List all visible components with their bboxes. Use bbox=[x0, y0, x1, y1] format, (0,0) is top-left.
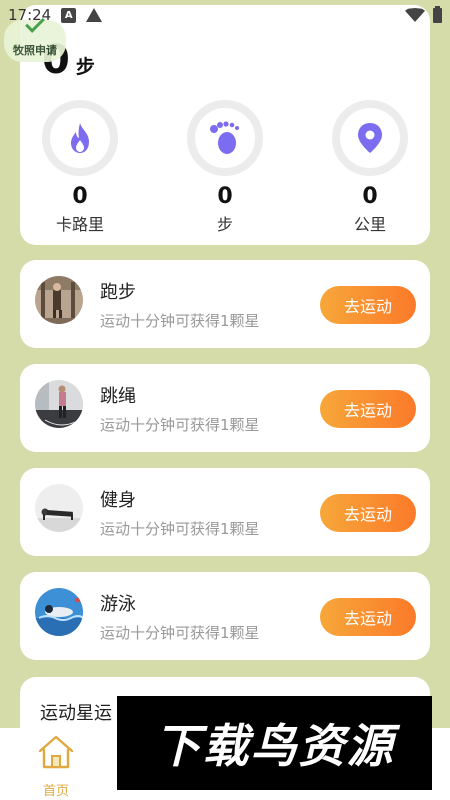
go-exercise-button[interactable]: 去运动 bbox=[320, 286, 416, 324]
distance-value: 0 bbox=[362, 184, 378, 209]
flame-icon bbox=[71, 123, 89, 153]
wifi-icon bbox=[405, 8, 425, 22]
activity-title: 跳绳 bbox=[100, 386, 136, 407]
stats-card: 0 步 0 卡路里 bbox=[20, 5, 430, 245]
watermark-text: 下载鸟资源 bbox=[154, 719, 395, 773]
fitness-thumbnail bbox=[35, 484, 83, 532]
watermark-banner: 下载鸟资源 bbox=[117, 696, 432, 790]
steps-unit: 步 bbox=[75, 56, 95, 78]
running-thumbnail bbox=[35, 276, 83, 324]
metric-calories: 0 卡路里 bbox=[35, 100, 125, 235]
home-icon bbox=[38, 735, 74, 769]
activity-desc: 运动十分钟可获得1颗星 bbox=[100, 520, 260, 538]
metric-ring bbox=[42, 100, 118, 176]
activity-desc: 运动十分钟可获得1颗星 bbox=[100, 624, 260, 642]
steps-metric-value: 0 bbox=[217, 184, 233, 209]
metric-steps: 0 步 bbox=[180, 100, 270, 235]
warning-icon bbox=[86, 8, 103, 22]
badge-label: 牧照申请 bbox=[13, 44, 57, 57]
activity-card-running[interactable]: 跑步 运动十分钟可获得1颗星 去运动 bbox=[20, 260, 430, 348]
go-exercise-button[interactable]: 去运动 bbox=[320, 390, 416, 428]
location-pin-icon bbox=[358, 123, 382, 153]
a-notification-icon: A bbox=[61, 7, 77, 23]
activity-title: 健身 bbox=[100, 490, 136, 511]
battery-icon bbox=[433, 5, 442, 23]
distance-label: 公里 bbox=[353, 215, 386, 234]
app-screen: 17:24 A 牧照申请 0 步 0 卡路里 bbox=[0, 0, 450, 800]
status-bar-right bbox=[405, 5, 442, 23]
license-badge: 牧照申请 bbox=[4, 13, 66, 62]
activity-title: 游泳 bbox=[100, 594, 136, 615]
go-exercise-button[interactable]: 去运动 bbox=[320, 494, 416, 532]
calories-label: 卡路里 bbox=[55, 215, 104, 234]
status-bar: 17:24 A bbox=[0, 0, 450, 30]
activity-card-jump-rope[interactable]: 跳绳 运动十分钟可获得1颗星 去运动 bbox=[20, 364, 430, 452]
go-exercise-button[interactable]: 去运动 bbox=[320, 598, 416, 636]
activity-desc: 运动十分钟可获得1颗星 bbox=[100, 312, 260, 330]
activity-title: 跑步 bbox=[100, 282, 136, 303]
metric-ring bbox=[332, 100, 408, 176]
activity-desc: 运动十分钟可获得1颗星 bbox=[100, 416, 260, 434]
tab-home[interactable]: 首页 bbox=[30, 734, 82, 799]
calories-value: 0 bbox=[72, 184, 88, 209]
ranking-title: 运动星运 bbox=[40, 703, 112, 724]
metric-distance: 0 公里 bbox=[325, 100, 415, 235]
footprint-icon bbox=[210, 121, 239, 154]
activity-card-fitness[interactable]: 健身 运动十分钟可获得1颗星 去运动 bbox=[20, 468, 430, 556]
steps-metric-label: 步 bbox=[216, 215, 233, 234]
swimming-thumbnail bbox=[35, 588, 83, 636]
activity-card-swimming[interactable]: 游泳 运动十分钟可获得1颗星 去运动 bbox=[20, 572, 430, 660]
jump-rope-thumbnail bbox=[35, 380, 83, 428]
metric-ring bbox=[187, 100, 263, 176]
tab-home-label: 首页 bbox=[42, 784, 69, 799]
